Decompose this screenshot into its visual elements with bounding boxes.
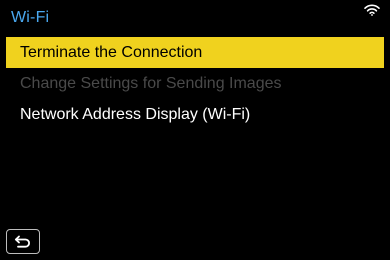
menu-list: Terminate the Connection Change Settings… [6, 37, 384, 130]
back-button[interactable] [6, 229, 40, 254]
page-title: Wi-Fi [11, 9, 50, 26]
menu-item-terminate-connection[interactable]: Terminate the Connection [6, 37, 384, 68]
wifi-icon [364, 4, 380, 16]
menu-item-change-sending-settings: Change Settings for Sending Images [20, 75, 282, 92]
menu-item-network-address-display[interactable]: Network Address Display (Wi-Fi) [6, 99, 384, 130]
return-icon [14, 235, 30, 248]
